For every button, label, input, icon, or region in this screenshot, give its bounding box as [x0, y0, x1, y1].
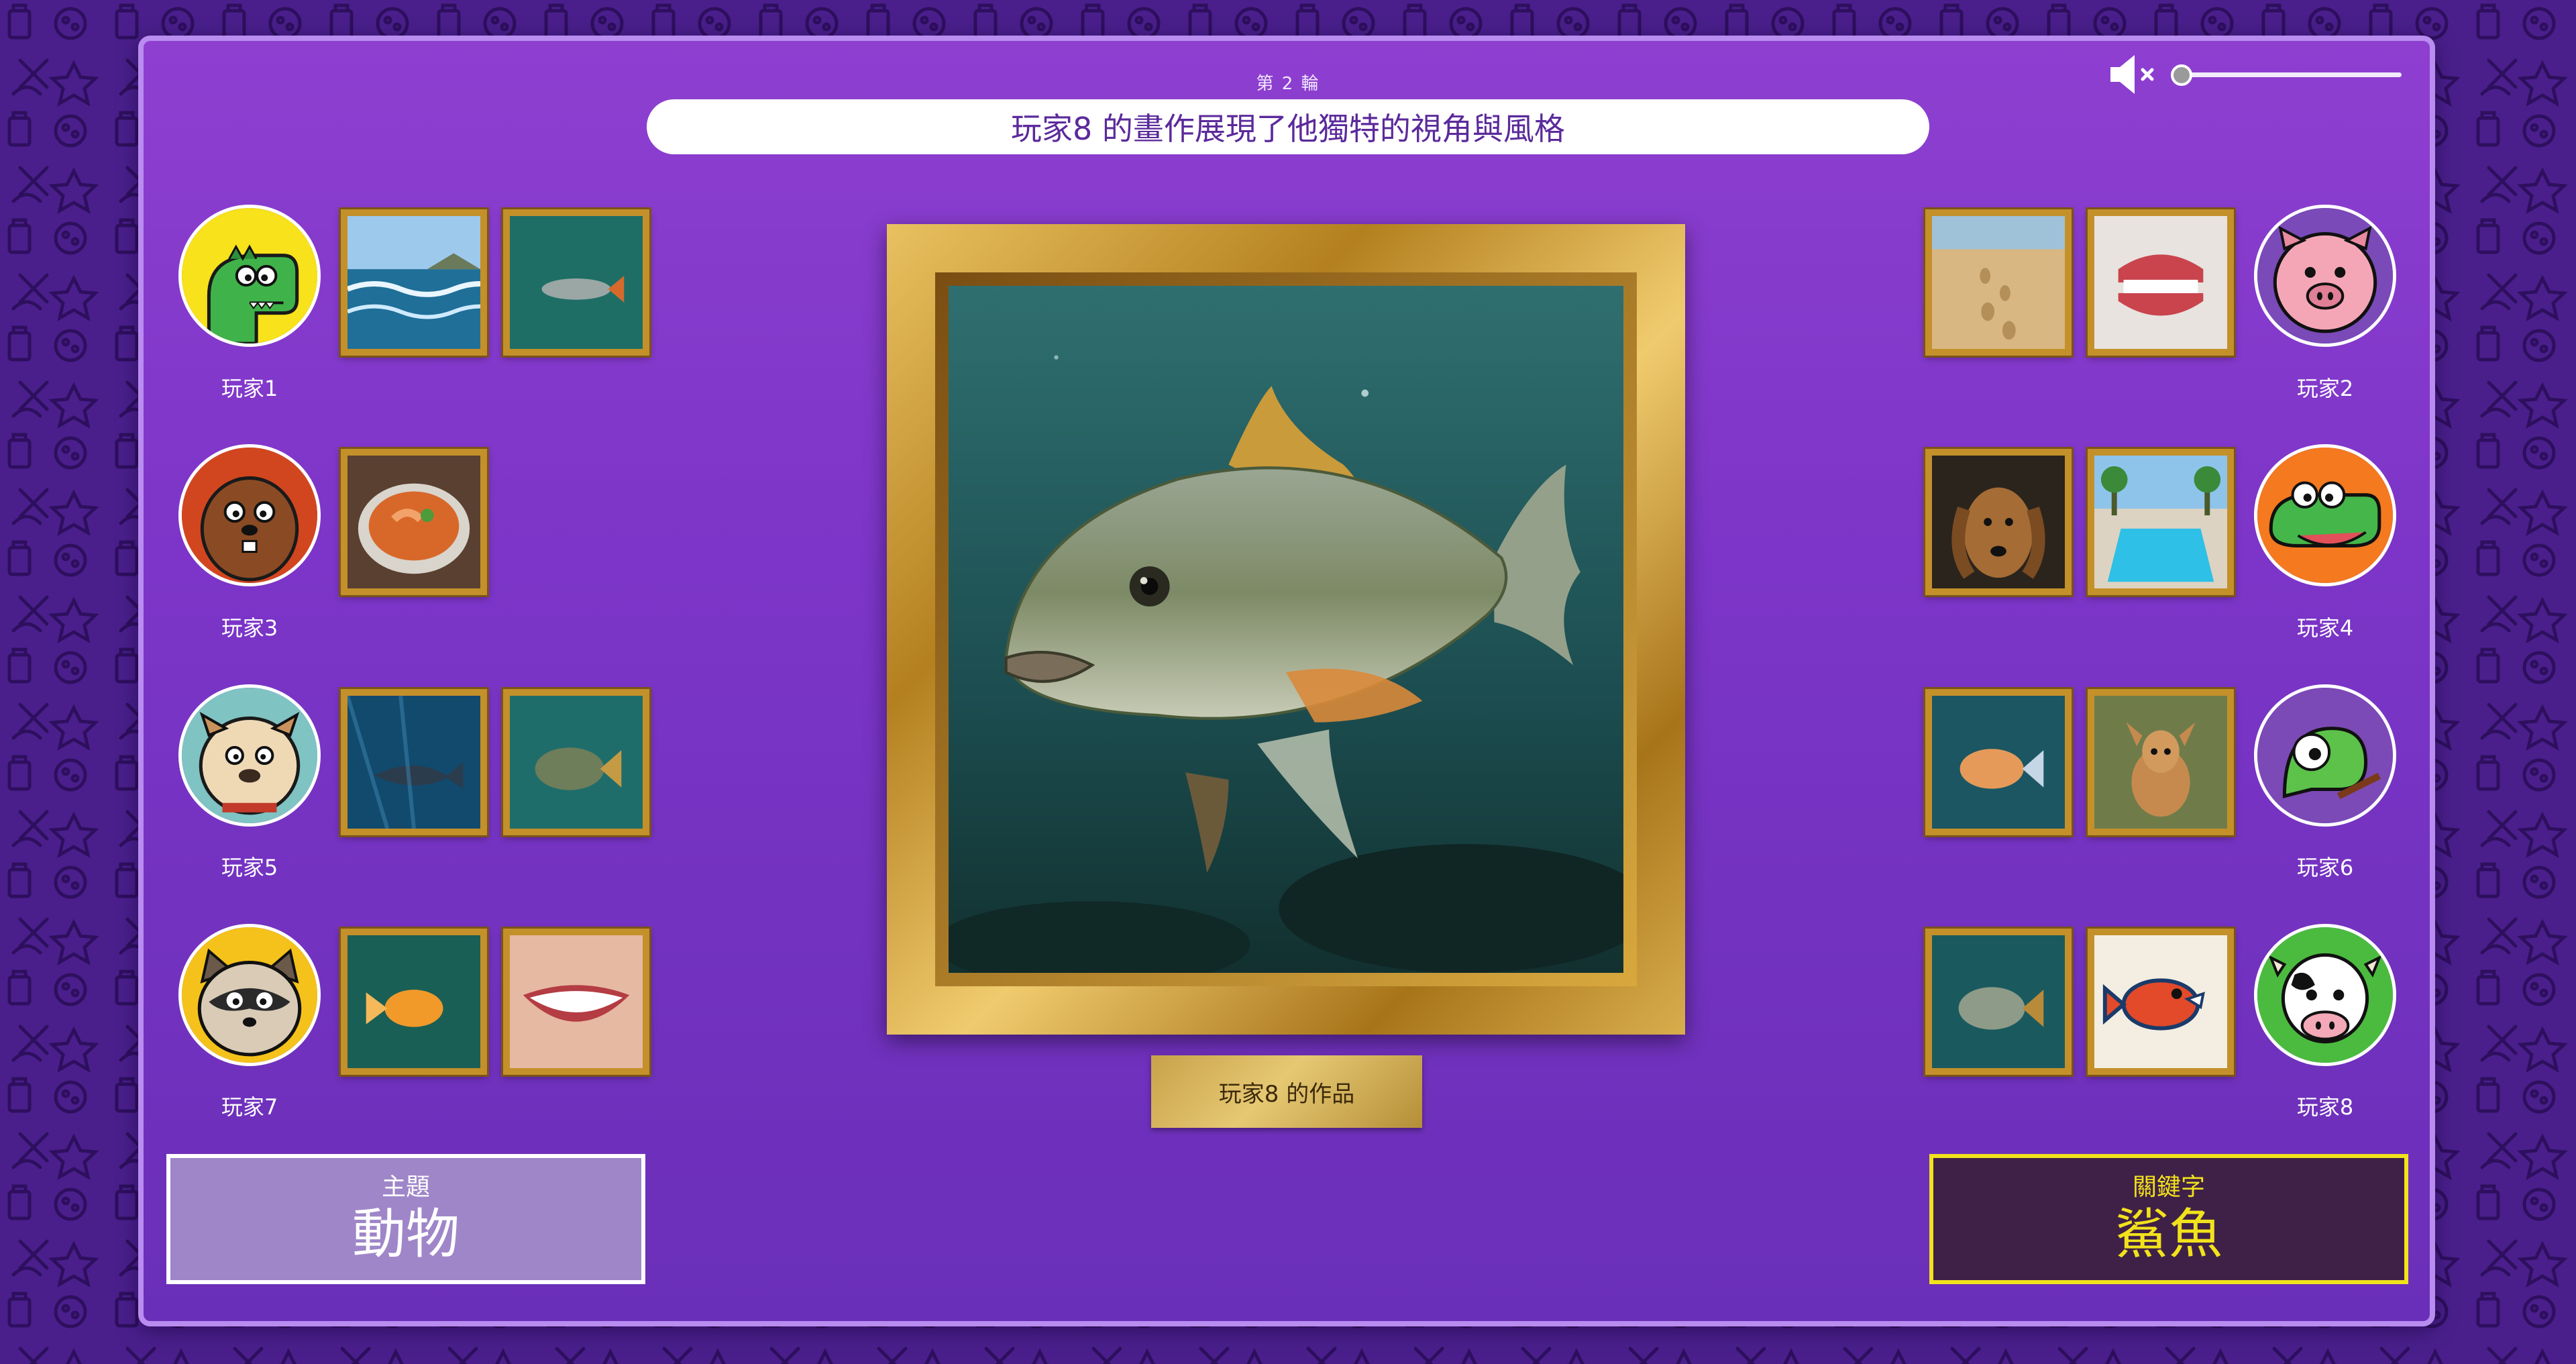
baby-deer-image — [2094, 696, 2227, 829]
cartoon-fish-image — [2094, 935, 2227, 1068]
underwater-fish-image — [510, 216, 643, 349]
dinosaur-avatar-icon — [182, 208, 317, 344]
fish-underwater-image — [510, 696, 643, 829]
thumbnail-cartoon-fish[interactable] — [2086, 927, 2236, 1077]
avatar-player4 — [2254, 444, 2396, 586]
artwork-caption: 玩家8 的作品 — [1218, 1080, 1355, 1108]
thumbnail-baby-deer[interactable] — [2086, 687, 2236, 837]
thumbnail-smiling-teeth[interactable] — [501, 927, 651, 1077]
tropical-fish-image — [1932, 696, 2065, 829]
frame-inner — [935, 272, 1637, 986]
player-name: 玩家8 — [2296, 1094, 2354, 1120]
thumbnail-piranha-fish[interactable] — [1923, 927, 2074, 1077]
avatar-player6 — [2254, 684, 2396, 827]
bulldog-avatar-icon — [182, 688, 317, 823]
theme-label: 主題 — [381, 1173, 430, 1201]
avatar-player7 — [178, 924, 321, 1066]
player-name: 玩家6 — [2296, 855, 2354, 880]
shark-underwater-image — [347, 696, 480, 829]
goldfish-image — [347, 935, 480, 1068]
beach-footprints-image — [1932, 216, 2065, 349]
volume-control[interactable] — [2106, 51, 2402, 98]
dentures-image — [2094, 216, 2227, 349]
featured-artwork-frame — [887, 224, 1685, 1035]
theme-value: 動物 — [352, 1203, 460, 1265]
avatar-player3 — [178, 444, 321, 586]
round-label: 第 2 輪 — [1256, 74, 1320, 94]
artwork-caption-plaque: 玩家8 的作品 — [1151, 1055, 1422, 1128]
pool-resort-image — [2094, 456, 2227, 588]
thumbnail-goldfish[interactable] — [339, 927, 489, 1077]
announcement-banner: 玩家8 的畫作展現了他獨特的視角與風格 — [647, 99, 1929, 154]
player-name: 玩家4 — [2296, 615, 2354, 641]
player-name: 玩家2 — [2296, 376, 2354, 401]
pig-avatar-icon — [2257, 208, 2393, 344]
announcement-text: 玩家8 的畫作展現了他獨特的視角與風格 — [1011, 111, 1565, 147]
thumbnail-underwater-fish[interactable] — [501, 207, 651, 358]
keyword-box: 關鍵字 鯊魚 — [1929, 1154, 2408, 1284]
thumbnail-pool-resort[interactable] — [2086, 447, 2236, 597]
player-name: 玩家5 — [221, 855, 278, 880]
piranha-fish-image — [1932, 935, 2065, 1068]
avatar-player2 — [2254, 205, 2396, 347]
beaver-avatar-icon — [182, 448, 317, 583]
theme-box: 主題 動物 — [166, 1154, 645, 1284]
volume-slider-track[interactable] — [2174, 72, 2402, 77]
thumbnail-dentures[interactable] — [2086, 207, 2236, 358]
thumbnail-tropical-fish[interactable] — [1923, 687, 2074, 837]
keyword-value: 鯊魚 — [2115, 1203, 2222, 1265]
volume-slider-knob[interactable] — [2171, 64, 2192, 86]
thumbnail-dog-portrait[interactable] — [1923, 447, 2074, 597]
avatar-player5 — [178, 684, 321, 827]
thumbnail-fish-underwater[interactable] — [501, 687, 651, 837]
avatar-player8 — [2254, 924, 2396, 1066]
chameleon-avatar-icon — [2257, 688, 2393, 823]
cow-avatar-icon — [2257, 927, 2393, 1063]
player-name: 玩家3 — [221, 615, 278, 641]
raccoon-avatar-icon — [182, 927, 317, 1063]
avatar-player1 — [178, 205, 321, 347]
featured-artwork — [949, 286, 1623, 973]
player-name: 玩家1 — [221, 376, 278, 401]
smiling-teeth-image — [510, 935, 643, 1068]
volume-muted-icon[interactable] — [2106, 51, 2167, 98]
thumbnail-shrimp-soup[interactable] — [339, 447, 489, 597]
crocodile-avatar-icon — [2257, 448, 2393, 583]
ocean-waves-image — [347, 216, 480, 349]
dog-portrait-image — [1932, 456, 2065, 588]
thumbnail-ocean-waves[interactable] — [339, 207, 489, 358]
thumbnail-beach-footprints[interactable] — [1923, 207, 2074, 358]
player-name: 玩家7 — [221, 1094, 278, 1120]
shrimp-soup-image — [347, 456, 480, 588]
fish-underwater-painting — [949, 286, 1623, 973]
keyword-label: 關鍵字 — [2132, 1173, 2205, 1201]
thumbnail-shark-underwater[interactable] — [339, 687, 489, 837]
